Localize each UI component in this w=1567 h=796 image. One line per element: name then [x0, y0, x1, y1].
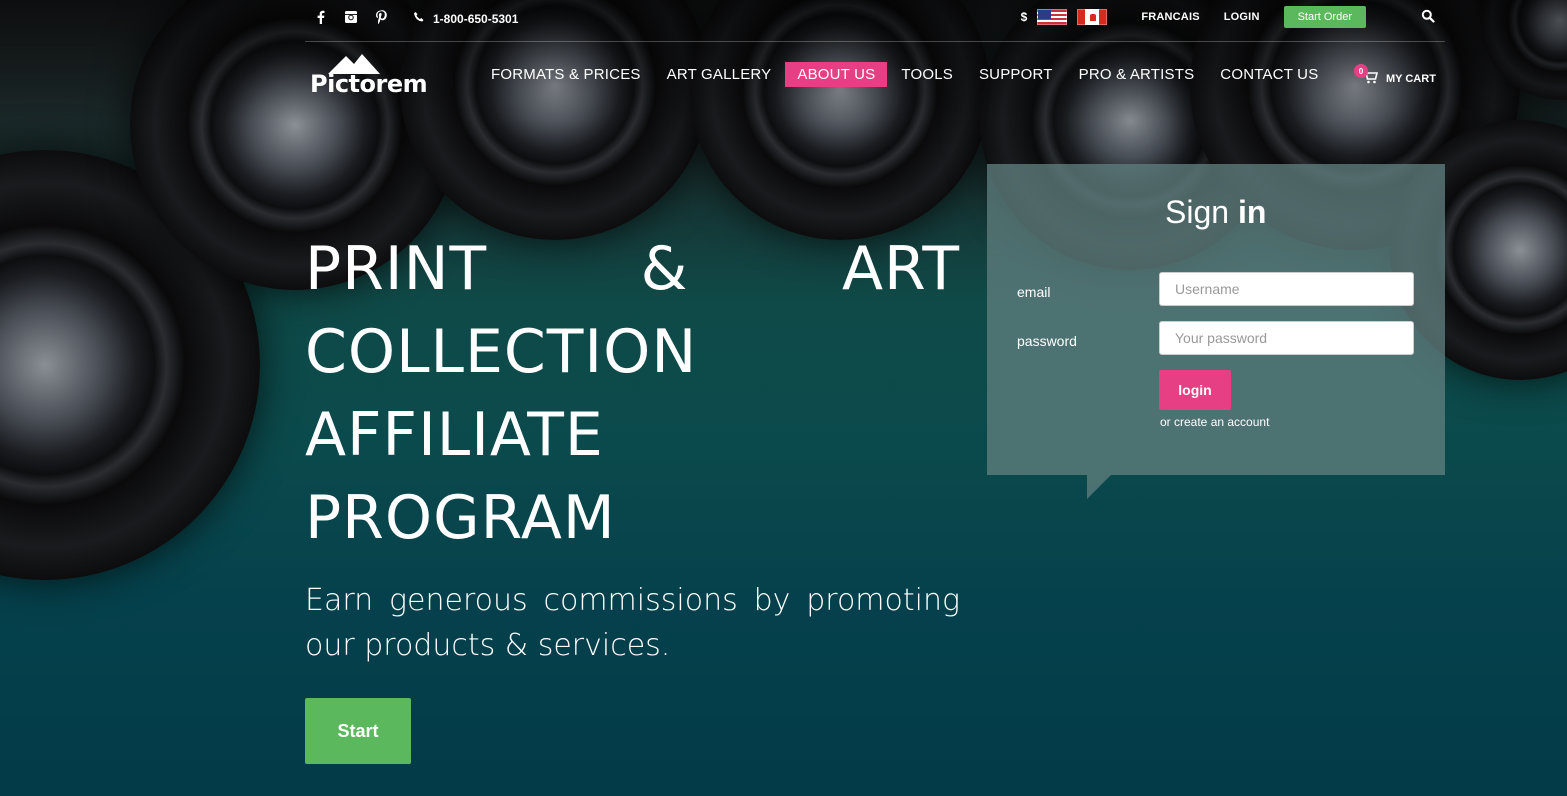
- login-link[interactable]: LOGIN: [1224, 11, 1260, 23]
- hero-title-ampersand: &: [640, 234, 689, 304]
- phone-number[interactable]: 1-800-650-5301: [433, 12, 518, 26]
- language-link[interactable]: FRANCAIS: [1141, 11, 1199, 23]
- cart-link[interactable]: 0 MY CART: [1354, 64, 1436, 87]
- hero-title-line-3: AFFILIATE: [305, 400, 604, 470]
- us-flag-icon[interactable]: [1037, 9, 1068, 25]
- hero-subtitle: Earn generous commissions by promoting o…: [305, 583, 960, 663]
- instagram-icon[interactable]: [343, 9, 359, 30]
- create-account-link[interactable]: or create an account: [1160, 415, 1269, 429]
- top-bar: 1-800-650-5301 $ FRANCAIS LOGIN Start Or…: [305, 0, 1445, 42]
- start-order-button[interactable]: Start Order: [1283, 6, 1366, 28]
- canada-flag-icon[interactable]: [1077, 9, 1108, 25]
- password-label: password: [1017, 333, 1077, 349]
- cart-label: MY CART: [1386, 72, 1436, 85]
- facebook-icon[interactable]: [313, 9, 329, 30]
- nav-tools[interactable]: TOOLS: [889, 62, 965, 87]
- signin-title: Sign in: [1165, 194, 1267, 230]
- search-icon[interactable]: [1421, 9, 1437, 25]
- hero-title-word-art: ART: [841, 234, 960, 304]
- signin-panel: Sign in email password login or create a…: [987, 164, 1445, 499]
- nav-pro-artists[interactable]: PRO & ARTISTS: [1067, 62, 1207, 87]
- pinterest-icon[interactable]: [373, 9, 389, 30]
- nav-contact-us[interactable]: CONTACT US: [1208, 62, 1330, 87]
- logo-text: Pictorem: [310, 70, 428, 98]
- email-field[interactable]: [1159, 272, 1414, 306]
- start-button[interactable]: Start: [305, 698, 411, 764]
- phone-icon: [413, 11, 425, 26]
- hero-title: PRINT & ART COLLECTION AFFILIATE PROGRAM: [305, 228, 960, 560]
- nav-formats-prices[interactable]: FORMATS & PRICES: [491, 62, 653, 87]
- currency-symbol[interactable]: $: [1021, 10, 1028, 24]
- hero-title-line-2: COLLECTION: [305, 317, 698, 387]
- hero-title-line-4: PROGRAM: [305, 483, 616, 553]
- nav-about-us[interactable]: ABOUT US: [785, 62, 888, 87]
- cart-count-badge: 0: [1354, 64, 1368, 78]
- login-button[interactable]: login: [1159, 370, 1231, 410]
- phone-contact[interactable]: 1-800-650-5301: [413, 11, 518, 26]
- site-logo[interactable]: Pictorem: [310, 52, 430, 100]
- password-field[interactable]: [1159, 321, 1414, 355]
- nav-support[interactable]: SUPPORT: [967, 62, 1065, 87]
- nav-art-gallery[interactable]: ART GALLERY: [655, 62, 784, 87]
- hero-title-word-print: PRINT: [305, 234, 488, 304]
- social-links: [313, 9, 389, 30]
- email-label: email: [1017, 284, 1051, 300]
- main-nav: FORMATS & PRICES ART GALLERY ABOUT US TO…: [491, 62, 1332, 87]
